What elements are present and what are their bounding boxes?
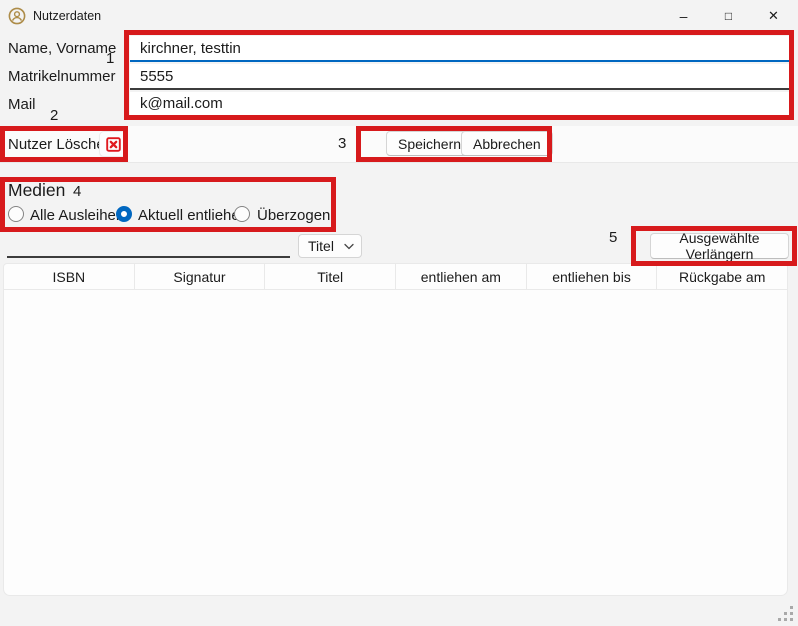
- media-table: ISBN Signatur Titel entliehen am entlieh…: [3, 263, 788, 596]
- cancel-button[interactable]: Abbrechen: [461, 131, 553, 156]
- name-label: Name, Vorname: [8, 40, 116, 57]
- extend-selected-button[interactable]: Ausgewählte Verlängern: [650, 233, 789, 259]
- annotation-number-1: 1: [106, 50, 114, 67]
- media-search-input[interactable]: [7, 234, 290, 258]
- delete-x-icon: [106, 137, 121, 152]
- minimize-button[interactable]: –: [661, 0, 706, 32]
- maximize-button[interactable]: □: [706, 0, 751, 32]
- delete-user-label: Nutzer Löschen: [8, 126, 113, 163]
- mail-label: Mail: [8, 96, 36, 113]
- media-table-header: ISBN Signatur Titel entliehen am entlieh…: [4, 264, 787, 290]
- name-input[interactable]: [130, 36, 790, 62]
- user-account-icon: [8, 7, 26, 25]
- radio-ueberzogen-label: Überzogen: [257, 207, 330, 224]
- col-rueckgabe-am[interactable]: Rückgabe am: [657, 264, 787, 289]
- resize-grip-icon[interactable]: [777, 605, 795, 623]
- window-title: Nutzerdaten: [33, 0, 101, 32]
- annotation-number-2: 2: [50, 107, 58, 124]
- radio-alle-ausleihen[interactable]: [8, 206, 24, 222]
- title-bar: Nutzerdaten – □ ✕: [0, 0, 798, 32]
- col-isbn[interactable]: ISBN: [4, 264, 135, 289]
- media-table-body: [4, 290, 787, 595]
- col-entliehen-bis[interactable]: entliehen bis: [527, 264, 658, 289]
- annotation-number-3: 3: [338, 135, 346, 152]
- col-titel[interactable]: Titel: [265, 264, 396, 289]
- close-button[interactable]: ✕: [751, 0, 796, 32]
- matrikelnummer-input[interactable]: [130, 64, 790, 90]
- mail-input[interactable]: [130, 92, 790, 117]
- nutzerdaten-window: Nutzerdaten – □ ✕ Name, Vorname Matrikel…: [0, 0, 798, 626]
- delete-user-button[interactable]: [99, 131, 127, 157]
- search-field-dropdown[interactable]: Titel: [298, 234, 362, 258]
- matrikelnummer-label: Matrikelnummer: [8, 68, 116, 85]
- col-entliehen-am[interactable]: entliehen am: [396, 264, 527, 289]
- radio-aktuell-entliehen[interactable]: [116, 206, 132, 222]
- radio-alle-ausleihen-label: Alle Ausleihen: [30, 207, 124, 224]
- toolbar-strip: Nutzer Löschen Speichern Abbrechen: [0, 126, 798, 163]
- save-button[interactable]: Speichern: [386, 131, 473, 156]
- annotation-number-4: 4: [73, 183, 81, 200]
- search-field-selected: Titel: [308, 238, 334, 254]
- col-signatur[interactable]: Signatur: [135, 264, 266, 289]
- medien-section-title: Medien: [8, 180, 65, 201]
- radio-aktuell-entliehen-label: Aktuell entliehen: [138, 207, 248, 224]
- chevron-down-icon: [344, 243, 354, 251]
- radio-ueberzogen[interactable]: [234, 206, 250, 222]
- annotation-number-5: 5: [609, 229, 617, 246]
